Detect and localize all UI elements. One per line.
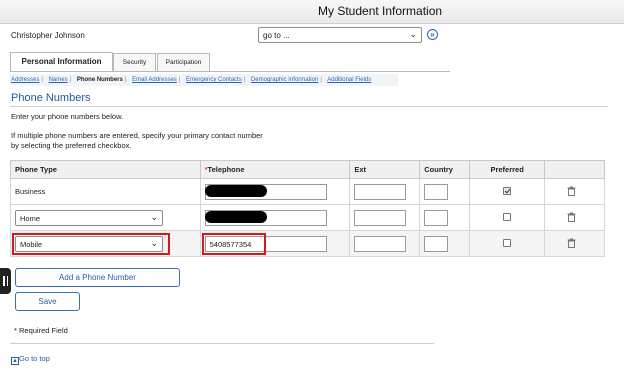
redaction-bar [204,211,267,223]
cell-preferred [469,178,546,205]
highlight-outline [12,233,170,255]
page-title: My Student Information [318,4,443,18]
goto-button-icon[interactable]: » [427,29,438,40]
phone-type-select[interactable]: Home ⌄ [15,210,163,226]
country-input[interactable] [424,184,449,200]
cell-ext [349,178,421,205]
tab-label: Personal Information [21,57,102,66]
cell-delete [544,230,605,257]
cell-preferred [469,204,546,231]
subnav-addresses[interactable]: Addresses [11,77,39,83]
arrow-up-icon: ▲ [11,357,19,365]
required-field-note: * Required Field [14,326,68,335]
cell-telephone: 5408577354 [199,230,351,257]
top-banner: My Student Information [0,0,624,24]
cell-telephone [199,204,351,231]
cell-country [419,230,471,257]
header-delete [544,160,605,179]
phone-type-text: Business [15,187,46,196]
header-ext: Ext [349,160,421,179]
phone-type-value: Home [20,214,41,223]
ext-input[interactable] [354,184,407,200]
go-to-top-label: Go to top [19,354,50,363]
preferred-checkbox[interactable] [503,213,512,221]
chevron-down-icon: ⌄ [150,212,158,222]
tab-divider [10,71,450,72]
subnav-phone-numbers: Phone Numbers [76,77,123,83]
redaction-bar [204,185,267,197]
go-to-top-link[interactable]: ▲Go to top [11,354,50,365]
tab-label: Security [122,59,147,66]
highlight-outline [201,233,266,255]
cell-preferred [469,230,546,257]
phone-table: Phone Type *Telephone Ext Country Prefer… [10,160,605,257]
student-name: Christopher Johnson [11,31,85,40]
goto-select[interactable]: go to ... ⌄ [258,27,422,43]
side-panel-handle[interactable] [0,268,11,294]
section-title: Phone Numbers [11,92,91,104]
table-row: Business [10,178,605,205]
trash-icon[interactable] [567,238,576,248]
save-button[interactable]: Save [15,292,80,311]
table-row: Mobile ⌄ 5408577354 [10,230,605,257]
subnav-demographic-information[interactable]: Demographic Information [251,77,318,83]
cell-phone-type: Business [10,178,201,205]
tab-personal-information[interactable]: Personal Information [10,52,113,72]
preferred-instruction-line: If multiple phone numbers are entered, s… [11,131,263,140]
tab-security[interactable]: Security [113,53,156,71]
chevron-down-icon: ⌄ [409,29,417,39]
preferred-checkbox[interactable] [503,187,512,195]
header-telephone: *Telephone [199,160,351,179]
trash-icon[interactable] [567,212,576,222]
subnav-emergency-contacts[interactable]: Emergency Contacts [186,77,242,83]
subnav-additional-fields[interactable]: Additional Fields [327,77,371,83]
cell-telephone [199,178,351,205]
header-telephone-label: Telephone [207,165,245,174]
cell-ext [349,230,421,257]
country-input[interactable] [424,236,449,252]
cell-country [419,178,471,205]
preferred-checkbox[interactable] [503,239,512,247]
preferred-instruction: If multiple phone numbers are entered, s… [11,131,311,151]
tab-participation[interactable]: Participation [157,53,210,71]
cell-country [419,204,471,231]
cell-delete [544,204,605,231]
header-preferred: Preferred [469,160,546,179]
footer-divider [10,343,434,344]
subnav: Addresses | Names | Phone Numbers | Email A… [11,77,372,83]
table-row: Home ⌄ [10,204,605,231]
table-header-row: Phone Type *Telephone Ext Country Prefer… [10,160,605,179]
goto-select-value: go to ... [263,31,290,40]
header-phone-type: Phone Type [10,160,201,179]
preferred-instruction-line: by selecting the preferred checkbox. [11,141,132,150]
ext-input[interactable] [354,210,407,226]
section-divider [10,106,608,107]
subnav-email-addresses[interactable]: Email Addresses [132,77,177,83]
ext-input[interactable] [354,236,407,252]
cell-phone-type: Mobile ⌄ [10,230,201,257]
header-country: Country [419,160,471,179]
cell-delete [544,178,605,205]
add-phone-button[interactable]: Add a Phone Number [15,268,180,287]
subnav-names[interactable]: Names [49,77,68,83]
country-input[interactable] [424,210,449,226]
instruction-text: Enter your phone numbers below. [11,112,124,121]
cell-ext [349,204,421,231]
trash-icon[interactable] [567,186,576,196]
tab-label: Participation [165,59,202,66]
cell-phone-type: Home ⌄ [10,204,201,231]
